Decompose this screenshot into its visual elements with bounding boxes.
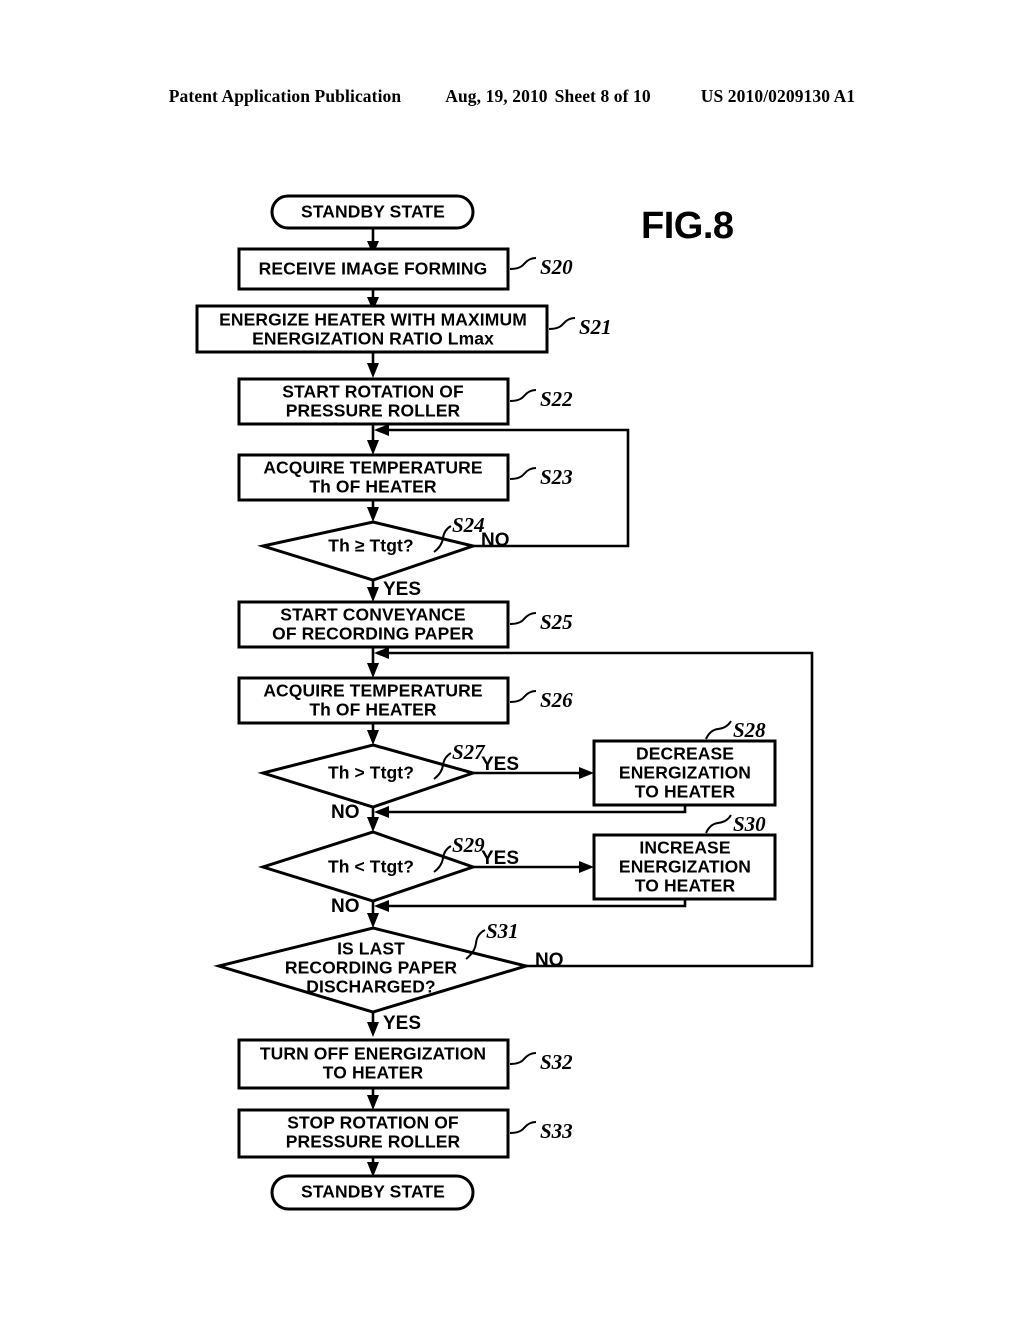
step-label-s31: S31 bbox=[486, 919, 519, 943]
arrow-head-s30-return bbox=[374, 900, 389, 912]
leader-line-s33 bbox=[509, 1121, 537, 1134]
arrow-head-s28-return bbox=[374, 806, 389, 818]
step-label-s20: S20 bbox=[540, 255, 573, 279]
arrow-head-s22-to-s23 bbox=[367, 440, 379, 455]
node-label-s28-line1: DECREASE bbox=[636, 744, 734, 764]
node-label-s25-line1: START CONVEYANCE bbox=[280, 605, 465, 625]
node-label-s30-line2: ENERGIZATION bbox=[619, 857, 751, 877]
step-label-s30: S30 bbox=[733, 812, 766, 836]
node-s30-increase-energization[interactable]: INCREASE ENERGIZATION TO HEATER bbox=[592, 833, 777, 901]
node-label-s24: Th ≥ Ttgt? bbox=[328, 536, 413, 556]
arrow-head-s29-no-to-s31 bbox=[367, 913, 379, 928]
branch-label-s29-no: NO bbox=[331, 896, 360, 917]
node-label-s33-line1: STOP ROTATION OF bbox=[287, 1113, 459, 1133]
node-label-s29: Th < Ttgt? bbox=[328, 857, 414, 877]
node-label-s28-line3: TO HEATER bbox=[635, 782, 736, 802]
step-label-s28: S28 bbox=[733, 718, 766, 742]
arrow-head-s26-to-s27 bbox=[367, 730, 379, 745]
node-s25-start-conveyance[interactable]: START CONVEYANCE OF RECORDING PAPER bbox=[237, 600, 510, 649]
leader-line-s25 bbox=[509, 612, 537, 625]
node-label-s31-line1: IS LAST bbox=[337, 939, 405, 959]
branch-label-s24-yes: YES bbox=[383, 579, 421, 600]
leader-line-s30 bbox=[705, 814, 732, 834]
node-label-s32-line2: TO HEATER bbox=[323, 1063, 424, 1083]
node-label-s21-line2: ENERGIZATION RATIO Lmax bbox=[252, 329, 494, 349]
node-label-s23-line2: Th OF HEATER bbox=[309, 477, 437, 497]
leader-line-s20 bbox=[509, 257, 537, 270]
node-s20-receive-image-forming[interactable]: RECEIVE IMAGE FORMING bbox=[237, 247, 510, 291]
node-label-s33-line2: PRESSURE ROLLER bbox=[286, 1132, 461, 1152]
patent-figure-page: Patent Application Publication Aug, 19, … bbox=[0, 0, 1024, 1320]
step-label-s33: S33 bbox=[540, 1119, 573, 1143]
step-label-s21: S21 bbox=[579, 315, 612, 339]
branch-label-s27-no: NO bbox=[331, 802, 360, 823]
node-s33-stop-rotation[interactable]: STOP ROTATION OF PRESSURE ROLLER bbox=[237, 1108, 510, 1159]
leader-line-s23 bbox=[509, 467, 537, 480]
node-standby-start[interactable]: STANDBY STATE bbox=[270, 194, 475, 230]
node-label-s31-line3: DISCHARGED? bbox=[306, 977, 435, 997]
branch-label-s31-yes: YES bbox=[383, 1013, 421, 1034]
node-s32-turn-off-energization[interactable]: TURN OFF ENERGIZATION TO HEATER bbox=[237, 1038, 510, 1090]
flowchart-canvas: STANDBY STATE RECEIVE IMAGE FORMING S20 … bbox=[195, 194, 814, 1211]
step-label-s25: S25 bbox=[540, 610, 573, 634]
branch-label-s27-yes: YES bbox=[481, 754, 519, 775]
node-label-s30-line1: INCREASE bbox=[639, 838, 730, 858]
arrow-head-s27-yes-to-s28 bbox=[579, 767, 594, 779]
leader-line-s26 bbox=[509, 690, 537, 703]
branch-label-s29-yes: YES bbox=[481, 848, 519, 869]
node-s31-decision-last-paper-discharged[interactable]: IS LAST RECORDING PAPER DISCHARGED? bbox=[213, 926, 532, 1014]
arrow-head-s29-yes-to-s30 bbox=[579, 861, 594, 873]
node-label-end: STANDBY STATE bbox=[301, 1182, 445, 1202]
node-s29-decision-th-lt-ttgt[interactable]: Th < Ttgt? bbox=[257, 830, 478, 903]
leader-line-s28 bbox=[705, 720, 732, 740]
node-label-start: STANDBY STATE bbox=[301, 202, 445, 222]
arrow-head-s21-to-s22 bbox=[367, 363, 379, 378]
node-label-s22-line1: START ROTATION OF bbox=[282, 382, 464, 402]
branch-label-s24-no: NO bbox=[481, 530, 510, 551]
arrow-head-s27-no-to-s29 bbox=[367, 817, 379, 832]
node-s26-acquire-temperature[interactable]: ACQUIRE TEMPERATURE Th OF HEATER bbox=[237, 676, 510, 725]
node-label-s30-line3: TO HEATER bbox=[635, 876, 736, 896]
node-s28-decrease-energization[interactable]: DECREASE ENERGIZATION TO HEATER bbox=[592, 739, 777, 807]
node-label-s25-line2: OF RECORDING PAPER bbox=[272, 624, 474, 644]
node-s23-acquire-temperature[interactable]: ACQUIRE TEMPERATURE Th OF HEATER bbox=[237, 453, 510, 502]
node-label-s27: Th > Ttgt? bbox=[328, 763, 414, 783]
arrow-head-s25-to-s26 bbox=[367, 663, 379, 678]
node-label-s32-line1: TURN OFF ENERGIZATION bbox=[260, 1044, 486, 1064]
node-label-s20: RECEIVE IMAGE FORMING bbox=[259, 259, 488, 279]
node-label-s26-line2: Th OF HEATER bbox=[309, 700, 437, 720]
step-label-s32: S32 bbox=[540, 1050, 573, 1074]
node-label-s22-line2: PRESSURE ROLLER bbox=[286, 401, 461, 421]
arrow-head-s31-yes-to-s32 bbox=[367, 1022, 379, 1037]
step-label-s26: S26 bbox=[540, 688, 573, 712]
leader-line-s32 bbox=[509, 1052, 537, 1065]
branch-label-s31-no: NO bbox=[535, 950, 564, 971]
arrow-head-s23-to-s24 bbox=[367, 507, 379, 522]
node-label-s28-line2: ENERGIZATION bbox=[619, 763, 751, 783]
node-s27-decision-th-gt-ttgt[interactable]: Th > Ttgt? bbox=[257, 743, 479, 809]
node-s21-energize-heater-max[interactable]: ENERGIZE HEATER WITH MAXIMUM ENERGIZATIO… bbox=[195, 304, 549, 354]
node-label-s23-line1: ACQUIRE TEMPERATURE bbox=[263, 458, 482, 478]
step-label-s22: S22 bbox=[540, 387, 573, 411]
arrow-head-s32-to-s33 bbox=[367, 1095, 379, 1110]
arrow-head-s24-no-loop bbox=[374, 424, 389, 436]
step-label-s23: S23 bbox=[540, 465, 573, 489]
leader-line-s21 bbox=[548, 317, 576, 330]
node-s24-decision-th-ge-ttgt[interactable]: Th ≥ Ttgt? bbox=[257, 520, 479, 582]
node-standby-end[interactable]: STANDBY STATE bbox=[270, 1174, 475, 1211]
arrow-head-s24-yes-to-s25 bbox=[367, 587, 379, 602]
node-label-s26-line1: ACQUIRE TEMPERATURE bbox=[263, 681, 482, 701]
step-label-s24: S24 bbox=[452, 513, 485, 537]
node-label-s21-line1: ENERGIZE HEATER WITH MAXIMUM bbox=[219, 310, 527, 330]
node-label-s31-line2: RECORDING PAPER bbox=[285, 958, 458, 978]
leader-line-s22 bbox=[509, 389, 537, 402]
node-s22-start-rotation[interactable]: START ROTATION OF PRESSURE ROLLER bbox=[237, 377, 510, 426]
arrow-head-s31-no-loop bbox=[374, 647, 389, 659]
